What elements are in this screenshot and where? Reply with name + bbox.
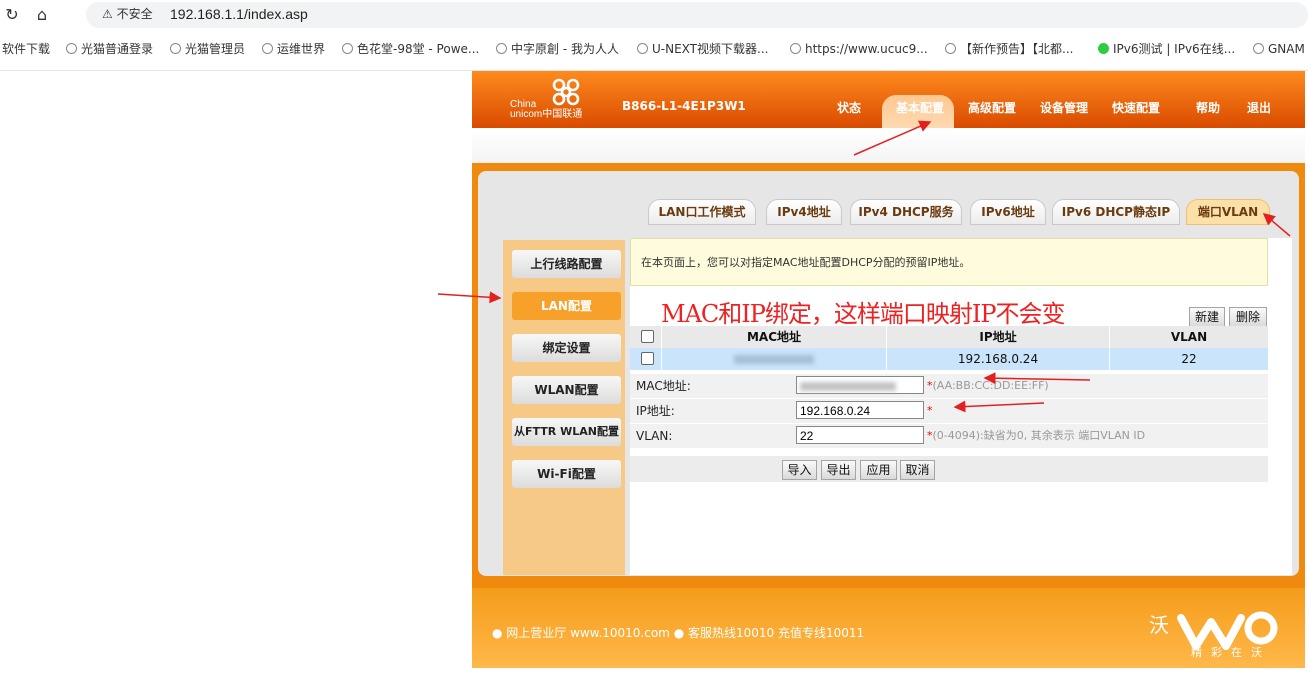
tab-ipv4-dhcp[interactable]: IPv4 DHCP服务	[850, 199, 962, 225]
nav-status[interactable]: 状态	[837, 99, 861, 116]
nav-advanced-config[interactable]: 高级配置	[968, 99, 1016, 116]
annotation-text: MAC和IP绑定，这样端口映射IP不会变	[661, 300, 1066, 328]
globe-icon	[637, 43, 648, 54]
globe-icon	[66, 43, 77, 54]
globe-icon	[496, 43, 507, 54]
reload-icon[interactable]: ↻	[2, 5, 22, 25]
table-header: MAC地址 IP地址 VLAN	[630, 326, 1268, 348]
bookmark-item[interactable]: 光猫管理员	[170, 41, 245, 57]
bookmark-item[interactable]: IPv6测试 | IPv6在线...	[1098, 41, 1235, 57]
column-divider	[1109, 326, 1110, 370]
mac-input-redaction	[800, 382, 896, 392]
globe-icon	[790, 43, 801, 54]
column-divider	[886, 326, 887, 370]
footer-text: ● 网上营业厅 www.10010.com ● 客服热线10010 充值专线10…	[492, 626, 865, 640]
bookmark-item[interactable]: 光猫普通登录	[66, 41, 153, 57]
nav-quick-config[interactable]: 快速配置	[1112, 99, 1160, 116]
globe-icon	[1253, 43, 1264, 54]
content-area: 在本页面上，您可以对指定MAC地址配置DHCP分配的预留IP地址。 MAC和IP…	[630, 238, 1292, 575]
mac-label: MAC地址:	[636, 379, 691, 393]
delete-button[interactable]: 删除	[1229, 307, 1267, 327]
apply-button[interactable]: 应用	[860, 460, 897, 480]
export-button[interactable]: 导出	[821, 460, 856, 480]
ip-input[interactable]: 192.168.0.24	[796, 401, 924, 419]
router-admin-page: China unicom中国联通 B866-L1-4E1P3W1 状态 基本配置…	[472, 71, 1305, 668]
globe-icon	[342, 43, 353, 54]
ip-hint: *	[927, 404, 933, 417]
globe-icon	[262, 43, 273, 54]
router-header: China unicom中国联通 B866-L1-4E1P3W1 状态 基本配置…	[472, 71, 1305, 128]
page-description: 在本页面上，您可以对指定MAC地址配置DHCP分配的预留IP地址。	[630, 238, 1268, 286]
bookmark-item[interactable]: U-NEXT视频下载器...	[637, 41, 768, 57]
shield-icon	[1098, 43, 1109, 54]
col-ip: IP地址	[979, 330, 1017, 344]
slogan: 精彩在沃	[1191, 646, 1271, 659]
sidebar-item-wlan[interactable]: WLAN配置	[512, 376, 621, 404]
warning-icon: ⚠	[102, 7, 117, 21]
new-button[interactable]: 新建	[1189, 307, 1225, 327]
sidebar-item-lan[interactable]: LAN配置	[512, 292, 621, 320]
vlan-input[interactable]: 22	[796, 426, 924, 444]
cell-mac	[662, 348, 886, 370]
bookmark-item[interactable]: 运维世界	[262, 41, 325, 57]
sidebar: 上行线路配置 LAN配置 绑定设置 WLAN配置 从FTTR WLAN配置 Wi…	[503, 240, 625, 575]
security-indicator[interactable]: ⚠ 不安全	[96, 5, 159, 23]
bookmark-item[interactable]: 软件下载	[2, 41, 50, 57]
svg-text:沃: 沃	[1149, 613, 1169, 637]
mac-redaction-blur	[734, 355, 814, 364]
bookmark-item[interactable]: 【新作预告】【北都...	[945, 41, 1073, 57]
sidebar-item-wifi[interactable]: Wi-Fi配置	[512, 460, 621, 488]
url-text: 192.168.1.1/index.asp	[170, 6, 308, 22]
col-vlan: VLAN	[1170, 330, 1208, 344]
col-mac: MAC地址	[746, 330, 802, 344]
cancel-button[interactable]: 取消	[900, 460, 935, 480]
import-button[interactable]: 导入	[782, 460, 817, 480]
unicom-knot-icon	[552, 78, 580, 106]
tab-port-vlan[interactable]: 端口VLAN	[1186, 199, 1270, 225]
content-panel: LAN口工作模式 IPv4地址 IPv4 DHCP服务 IPv6地址 IPv6 …	[478, 171, 1299, 576]
bookmarks-bar: 软件下载 光猫普通登录 光猫管理员 运维世界 色花堂-98堂 - Powe...…	[0, 30, 1308, 71]
nav-logout[interactable]: 退出	[1247, 99, 1271, 116]
form-row-vlan: VLAN: 22 *(0-4094):缺省为0, 其余表示 端口VLAN ID	[630, 424, 1268, 449]
table-row[interactable]: 192.168.0.24 22	[630, 348, 1268, 370]
cell-ip: 192.168.0.24	[957, 352, 1039, 366]
tab-ipv6-dhcp-static[interactable]: IPv6 DHCP静态IP	[1052, 199, 1180, 225]
globe-icon	[170, 43, 181, 54]
column-divider	[661, 326, 662, 370]
bookmark-item[interactable]: https://www.ucuc9...	[790, 41, 928, 57]
bookmark-item[interactable]: 中字原創 - 我为人人	[496, 41, 619, 57]
nav-basic-config[interactable]: 基本配置	[896, 99, 944, 116]
row-checkbox[interactable]	[641, 352, 654, 365]
action-bar: 导入 导出 应用 取消	[630, 456, 1268, 482]
form-row-ip: IP地址: 192.168.0.24 *	[630, 399, 1268, 424]
tab-ipv4-address[interactable]: IPv4地址	[766, 199, 842, 225]
mac-input[interactable]	[796, 376, 924, 394]
tab-lan-mode[interactable]: LAN口工作模式	[648, 199, 756, 225]
mac-hint: *(AA:BB:CC:DD:EE:FF)	[927, 379, 1049, 392]
cell-vlan: 22	[1181, 352, 1197, 366]
subheader-band	[472, 128, 1305, 166]
globe-icon	[945, 43, 956, 54]
bookmark-item[interactable]: GNAM	[1253, 41, 1305, 57]
nav-device-management[interactable]: 设备管理	[1040, 99, 1088, 116]
sidebar-item-fttr-wlan[interactable]: 从FTTR WLAN配置	[512, 418, 621, 446]
home-icon[interactable]: ⌂	[32, 5, 52, 25]
nav-help[interactable]: 帮助	[1196, 99, 1220, 116]
address-bar: ↻ ⌂ ⚠ 不安全 192.168.1.1/index.asp	[0, 0, 1308, 30]
form-row-mac: MAC地址: *(AA:BB:CC:DD:EE:FF)	[630, 374, 1268, 399]
tab-ipv6-address[interactable]: IPv6地址	[970, 199, 1046, 225]
device-model: B866-L1-4E1P3W1	[622, 99, 746, 113]
main-area: LAN口工作模式 IPv4地址 IPv4 DHCP服务 IPv6地址 IPv6 …	[472, 163, 1305, 588]
ip-label: IP地址:	[636, 404, 675, 418]
sidebar-item-uplink[interactable]: 上行线路配置	[512, 250, 621, 278]
select-all-checkbox[interactable]	[641, 330, 654, 343]
sidebar-item-binding[interactable]: 绑定设置	[512, 334, 621, 362]
vlan-label: VLAN:	[636, 429, 673, 443]
router-footer: ● 网上营业厅 www.10010.com ● 客服热线10010 充值专线10…	[472, 588, 1305, 668]
vlan-hint: *(0-4094):缺省为0, 其余表示 端口VLAN ID	[927, 429, 1146, 442]
bookmark-item[interactable]: 色花堂-98堂 - Powe...	[342, 41, 479, 57]
